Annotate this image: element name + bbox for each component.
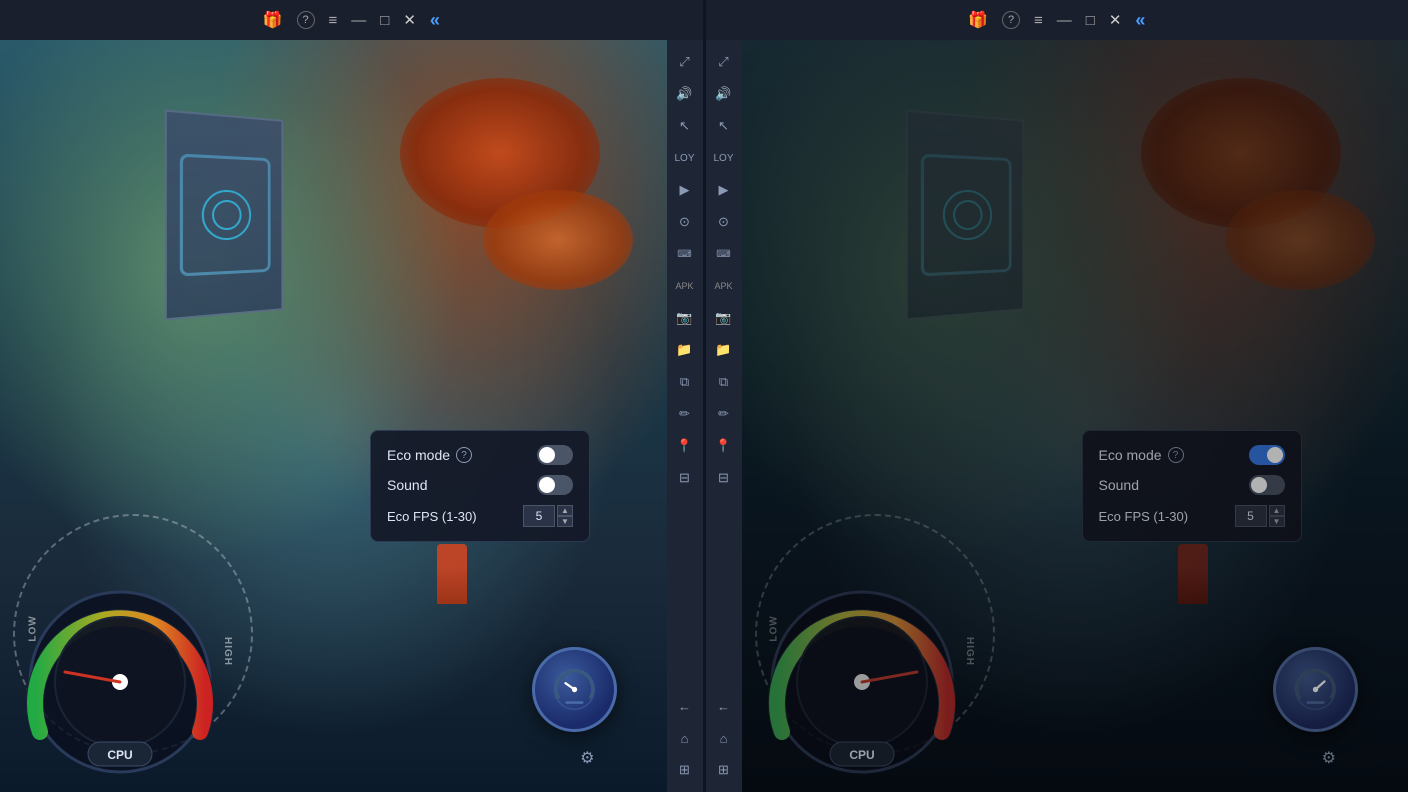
left-speed-button[interactable] xyxy=(532,647,617,732)
left-eco-help-icon[interactable]: ? xyxy=(456,447,472,463)
right-sound-label: Sound xyxy=(1099,477,1139,493)
left-fps-input[interactable]: 5 ▲ ▼ xyxy=(523,505,573,527)
right-sidebar-play[interactable]: ▶ xyxy=(710,176,738,204)
left-minimize-icon[interactable]: — xyxy=(351,12,366,29)
right-fps-input[interactable]: 5 ▲ ▼ xyxy=(1235,505,1285,527)
left-gear-icon[interactable]: ⚙ xyxy=(580,748,594,768)
right-fps-up[interactable]: ▲ xyxy=(1269,505,1285,516)
right-sidebar-screenshot[interactable]: 📷 xyxy=(710,304,738,332)
right-sidebar-folder[interactable]: 📁 xyxy=(710,336,738,364)
left-help-icon[interactable]: ? xyxy=(297,11,315,29)
right-fps-label: Eco FPS (1-30) xyxy=(1099,509,1189,524)
right-gauge-high-text: HIGH xyxy=(964,637,975,666)
left-sidebar-fullscreen[interactable]: ⤢ xyxy=(671,48,699,76)
right-close-icon[interactable]: ✕ xyxy=(1109,11,1122,29)
right-sidebar-layers[interactable]: ⧉ xyxy=(710,368,738,396)
right-menu-icon[interactable]: ≡ xyxy=(1034,12,1043,29)
left-sidebar-layers[interactable]: ⧉ xyxy=(671,368,699,396)
left-sound-label: Sound xyxy=(387,477,427,493)
right-sidebar-fullscreen[interactable]: ⤢ xyxy=(710,48,738,76)
right-help-icon[interactable]: ? xyxy=(1002,11,1020,29)
right-sidebar-volume[interactable]: 🔊 xyxy=(710,80,738,108)
right-sound-toggle[interactable] xyxy=(1249,475,1285,495)
right-fps-down[interactable]: ▼ xyxy=(1269,516,1285,527)
right-sidebar: ⤢ 🔊 ↖ LOY ▶ ⊙ ⌨ APK 📷 📁 ⧉ ✏ 📍 ⊟ ← ⌂ xyxy=(706,40,742,792)
left-sidebar-toolbar[interactable]: LOY xyxy=(671,144,699,172)
right-eco-popup: Eco mode ? Sound xyxy=(1082,430,1302,542)
left-sidebar-pen[interactable]: ✏ xyxy=(671,400,699,428)
right-sidebar-toolbar[interactable]: LOY xyxy=(710,144,738,172)
left-sound-toggle[interactable] xyxy=(537,475,573,495)
right-eco-help-icon[interactable]: ? xyxy=(1168,447,1184,463)
right-sidebar-keyboard[interactable]: ⌨ xyxy=(710,240,738,268)
left-sidebar-keyboard[interactable]: ⌨ xyxy=(671,240,699,268)
right-titlebar: 🎁 ? ≡ — □ ✕ « xyxy=(706,0,1408,40)
right-sidebar-apps[interactable]: ⊞ xyxy=(710,756,738,784)
right-sidebar-pen[interactable]: ✏ xyxy=(710,400,738,428)
right-minimize-icon[interactable]: — xyxy=(1057,12,1072,29)
right-sidebar-back[interactable]: ← xyxy=(710,692,738,720)
left-sidebar-apk[interactable]: APK xyxy=(671,272,699,300)
right-speed-button[interactable] xyxy=(1273,647,1358,732)
left-sidebar-record[interactable]: ⊙ xyxy=(671,208,699,236)
right-sidebar-stack[interactable]: ⊟ xyxy=(710,464,738,492)
cpu-gauge: CPU xyxy=(20,582,220,782)
left-sidebar-play[interactable]: ▶ xyxy=(671,176,699,204)
left-sidebar-location[interactable]: 📍 xyxy=(671,432,699,460)
left-fps-label: Eco FPS (1-30) xyxy=(387,509,477,524)
left-eco-toggle[interactable] xyxy=(537,445,573,465)
left-sidebar-cursor[interactable]: ↖ xyxy=(671,112,699,140)
right-sidebar-record[interactable]: ⊙ xyxy=(710,208,738,236)
svg-text:CPU: CPU xyxy=(849,748,874,762)
left-collapse-icon[interactable]: « xyxy=(430,10,440,31)
left-sidebar-back[interactable]: ← xyxy=(671,692,699,720)
left-sidebar-screenshot[interactable]: 📷 xyxy=(671,304,699,332)
right-sidebar-apk[interactable]: APK xyxy=(710,272,738,300)
left-sidebar-folder[interactable]: 📁 xyxy=(671,336,699,364)
right-sidebar-location[interactable]: 📍 xyxy=(710,432,738,460)
right-collapse-icon[interactable]: « xyxy=(1135,10,1145,31)
svg-text:CPU: CPU xyxy=(107,748,132,762)
left-menu-icon[interactable]: ≡ xyxy=(329,12,338,29)
left-eco-mode-label: Eco mode xyxy=(387,447,450,463)
right-sidebar-cursor[interactable]: ↖ xyxy=(710,112,738,140)
left-fps-down[interactable]: ▼ xyxy=(557,516,573,527)
right-sidebar-home[interactable]: ⌂ xyxy=(710,724,738,752)
left-titlebar: 🎁 ? ≡ — □ ✕ « xyxy=(0,0,703,40)
left-fps-up[interactable]: ▲ xyxy=(557,505,573,516)
right-gift-icon[interactable]: 🎁 xyxy=(968,10,988,30)
right-eco-toggle[interactable] xyxy=(1249,445,1285,465)
left-sidebar-apps[interactable]: ⊞ xyxy=(671,756,699,784)
right-gear-icon[interactable]: ⚙ xyxy=(1322,748,1336,768)
left-close-icon[interactable]: ✕ xyxy=(403,11,416,29)
right-maximize-icon[interactable]: □ xyxy=(1086,12,1095,29)
left-sidebar: ⤢ 🔊 ↖ LOY ▶ ⊙ ⌨ APK 📷 📁 ⧉ ✏ 📍 ⊟ ← ⌂ xyxy=(667,40,703,792)
left-maximize-icon[interactable]: □ xyxy=(380,12,389,29)
left-sidebar-stack[interactable]: ⊟ xyxy=(671,464,699,492)
left-sidebar-volume[interactable]: 🔊 xyxy=(671,80,699,108)
left-sidebar-home[interactable]: ⌂ xyxy=(671,724,699,752)
gauge-high-text: HIGH xyxy=(222,637,233,666)
left-gift-icon[interactable]: 🎁 xyxy=(263,10,283,30)
right-cpu-gauge: CPU xyxy=(762,582,962,782)
right-eco-mode-label: Eco mode xyxy=(1099,447,1162,463)
left-eco-popup: Eco mode ? Sound xyxy=(370,430,590,542)
